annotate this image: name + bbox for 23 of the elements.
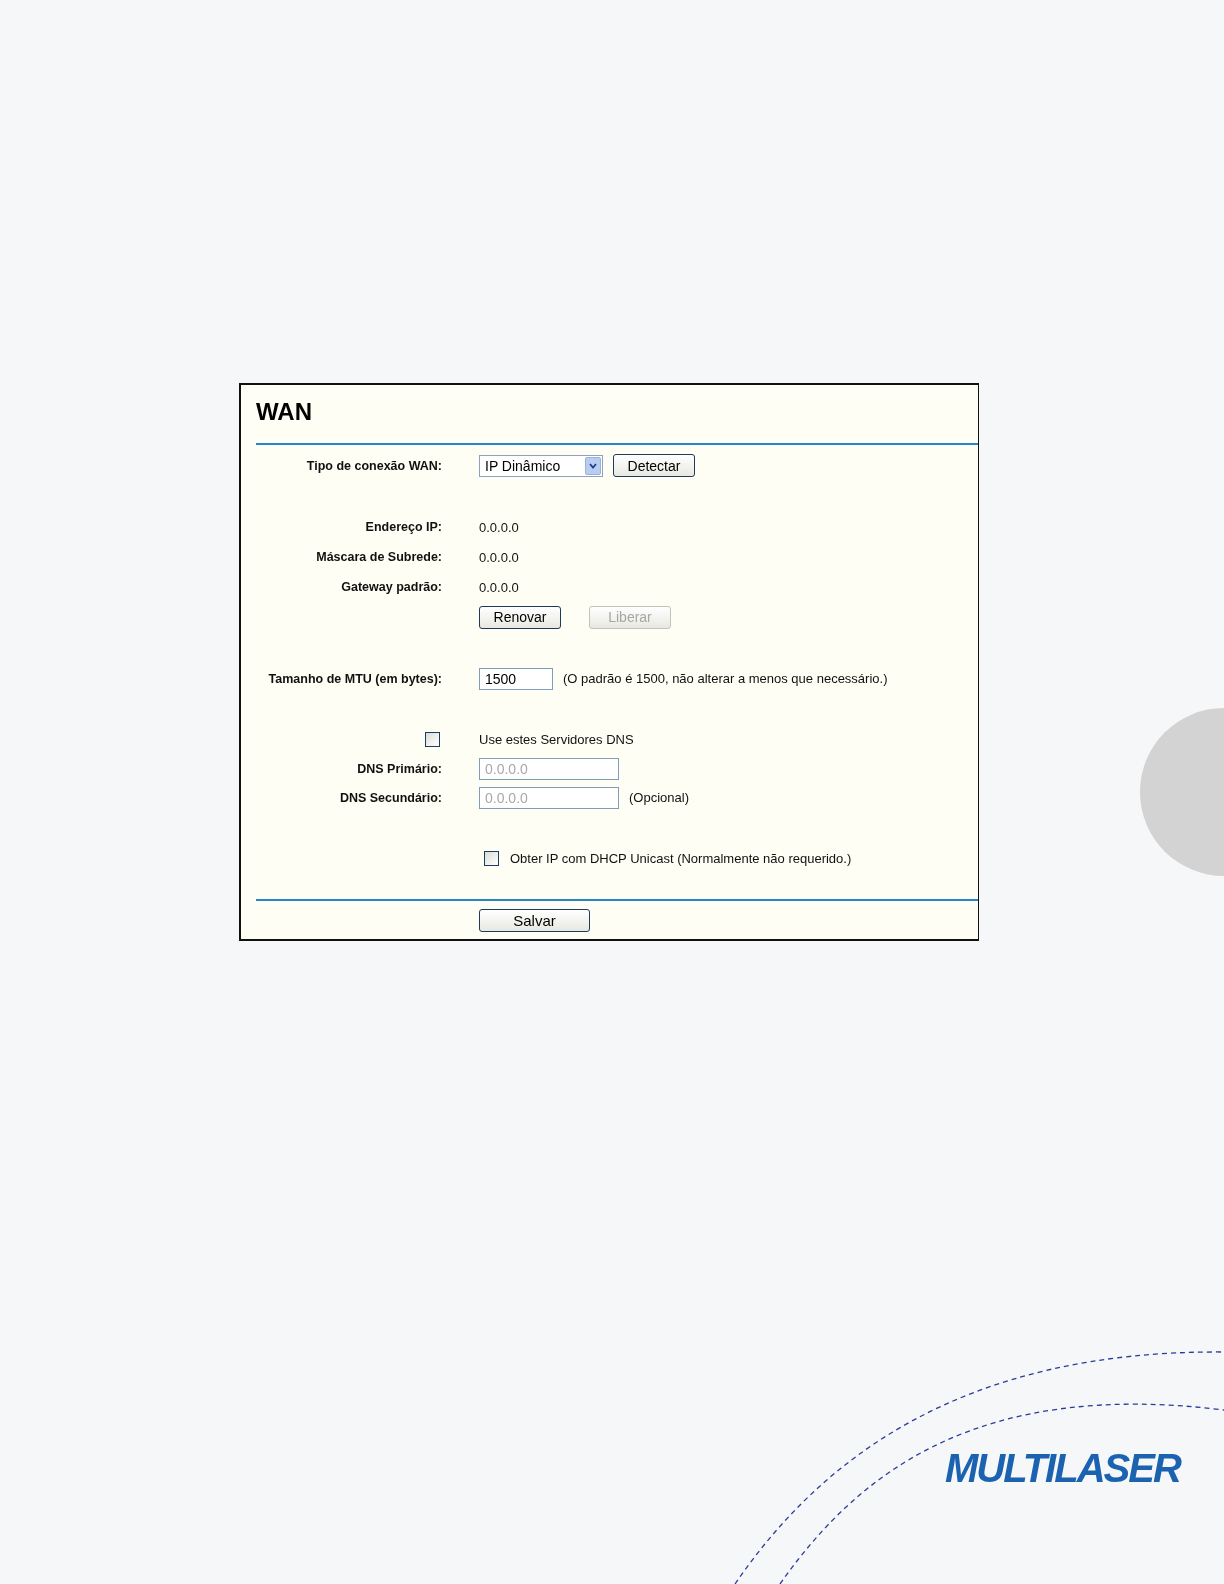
field-label: Gateway padrão: (341, 580, 442, 594)
checkbox-label: Obter IP com DHCP Unicast (Normalmente não requerido.) (510, 851, 852, 866)
hint-text: (O padrão é 1500, não alterar a menos que necessário.) (563, 671, 888, 686)
checkbox[interactable] (425, 732, 440, 747)
field-label: Tipo de conexão WAN: (306, 458, 442, 473)
connection-type-dropdown[interactable]: IP Dinâmico (479, 454, 603, 477)
checkbox[interactable] (484, 851, 499, 866)
detect-button[interactable]: Detectar (613, 454, 695, 477)
checkbox-label: Use estes Servidores DNS (479, 732, 634, 747)
field-value: 0.0.0.0 (479, 579, 519, 595)
field-label: Endereço IP: (365, 520, 442, 534)
field-label: Máscara de Subrede: (316, 550, 442, 564)
hint-text: (Opcional) (629, 790, 689, 805)
save-button[interactable]: Salvar (479, 909, 590, 932)
action-button[interactable]: Renovar (479, 605, 561, 629)
field-label: Tamanho de MTU (em bytes): (268, 671, 442, 686)
brand-logo: MULTILASER (945, 1446, 1180, 1490)
field-label: DNS Primário: (357, 761, 442, 776)
field-value: 0.0.0.0 (479, 519, 519, 535)
field-label: DNS Secundário: (339, 790, 442, 805)
field-value: 0.0.0.0 (479, 549, 519, 565)
panel-title: WAN (255, 397, 313, 427)
input-field[interactable]: 1500 (479, 667, 553, 690)
